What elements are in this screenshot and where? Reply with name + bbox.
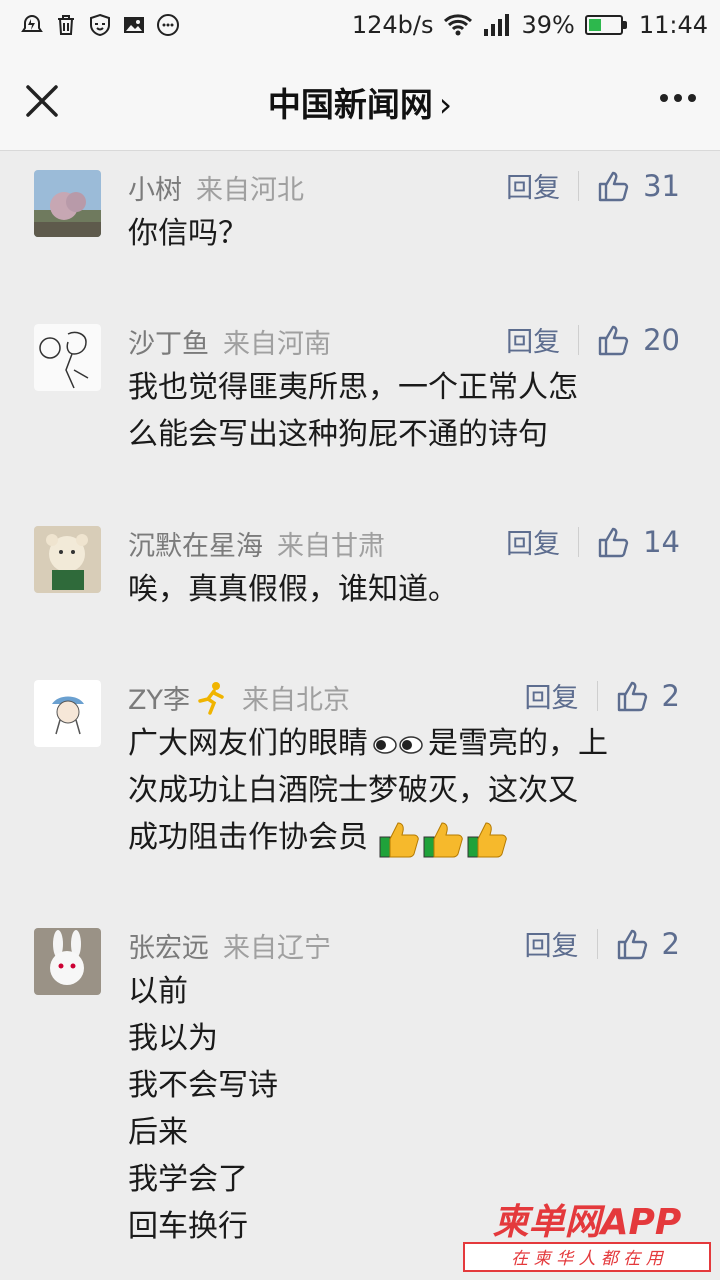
like-count: 31	[643, 168, 680, 203]
comment-author[interactable]: 张宏远	[128, 926, 209, 965]
divider	[578, 526, 580, 557]
running-man-icon	[198, 681, 224, 715]
watermark-brand: 柬单网APP	[493, 1202, 682, 1243]
chevron-right-icon: ›	[438, 85, 453, 124]
reply-button[interactable]: 回复	[525, 676, 579, 715]
like-count: 2	[661, 678, 680, 713]
comment-text: 你信吗？	[128, 216, 248, 251]
like-count: 20	[643, 322, 680, 357]
clock: 11:44	[638, 11, 708, 39]
comment-location: 来自甘肃	[277, 531, 385, 562]
battery-icon	[584, 15, 627, 35]
more-icon[interactable]	[658, 90, 698, 106]
avatar[interactable]	[34, 170, 101, 237]
comment-location: 来自北京	[242, 685, 350, 716]
thumbs-up-icon[interactable]	[597, 323, 631, 357]
signal-icon	[484, 14, 510, 36]
trash-icon	[58, 15, 74, 35]
title-bar: 中国新闻网 ›	[0, 50, 720, 151]
reply-button[interactable]: 回复	[525, 924, 579, 963]
battery-percent: 39%	[521, 11, 575, 39]
thumbs-up-emoji	[379, 821, 419, 857]
watermark-logo: 柬单网APP 在 柬 华 人 都 在 用	[463, 1202, 711, 1272]
avatar[interactable]	[34, 680, 101, 747]
comment-author[interactable]: 沉默在星海	[128, 524, 263, 563]
thumbs-up-emoji	[423, 821, 463, 857]
comment-text: 唉，真真假假，谁知道。	[128, 572, 458, 607]
divider	[578, 170, 580, 201]
avatar[interactable]	[34, 324, 101, 391]
thumbs-up-icon[interactable]	[597, 169, 631, 203]
like-count: 2	[661, 926, 680, 961]
reply-button[interactable]: 回复	[506, 166, 560, 205]
watermark-slogan: 在 柬 华 人 都 在 用	[511, 1249, 664, 1269]
avatar[interactable]	[34, 928, 101, 995]
image-icon	[124, 17, 144, 33]
thumbs-up-emoji	[467, 821, 507, 857]
comment-author[interactable]: 沙丁鱼	[128, 322, 209, 361]
shield-icon	[90, 13, 110, 37]
wifi-icon	[444, 14, 473, 36]
comment-author[interactable]: 小树	[128, 168, 182, 207]
reply-button[interactable]: 回复	[506, 320, 560, 359]
thumbs-up-icon[interactable]	[616, 679, 650, 713]
eyes-emoji	[373, 735, 423, 754]
status-bar: 124b/s 39% 11:44	[0, 0, 720, 50]
avatar[interactable]	[34, 526, 101, 593]
comment-location: 来自河南	[223, 329, 331, 360]
comment-location: 来自河北	[196, 175, 304, 206]
comment-text: 我也觉得匪夷所思，一个正常人怎 么能会写出这种狗屁不通的诗句	[128, 370, 578, 452]
network-speed: 124b/s	[351, 11, 434, 39]
thumbs-up-icon[interactable]	[597, 525, 631, 559]
page-title[interactable]: 中国新闻网 ›	[0, 78, 720, 126]
smiley-icon	[157, 14, 179, 36]
divider	[596, 928, 598, 959]
thumbs-up-icon[interactable]	[616, 927, 650, 961]
reply-button[interactable]: 回复	[506, 522, 560, 561]
comment-location: 来自辽宁	[223, 933, 331, 964]
alarm-icon	[21, 14, 43, 32]
divider	[596, 680, 598, 711]
like-count: 14	[643, 524, 680, 559]
comment-author[interactable]: ZY李	[128, 678, 190, 717]
comment-text: 广大网友们的眼睛 是雪亮的，上 次成功让白酒院士梦破灭，这次又 成功阻击作协会员	[128, 720, 680, 861]
divider	[578, 324, 580, 355]
